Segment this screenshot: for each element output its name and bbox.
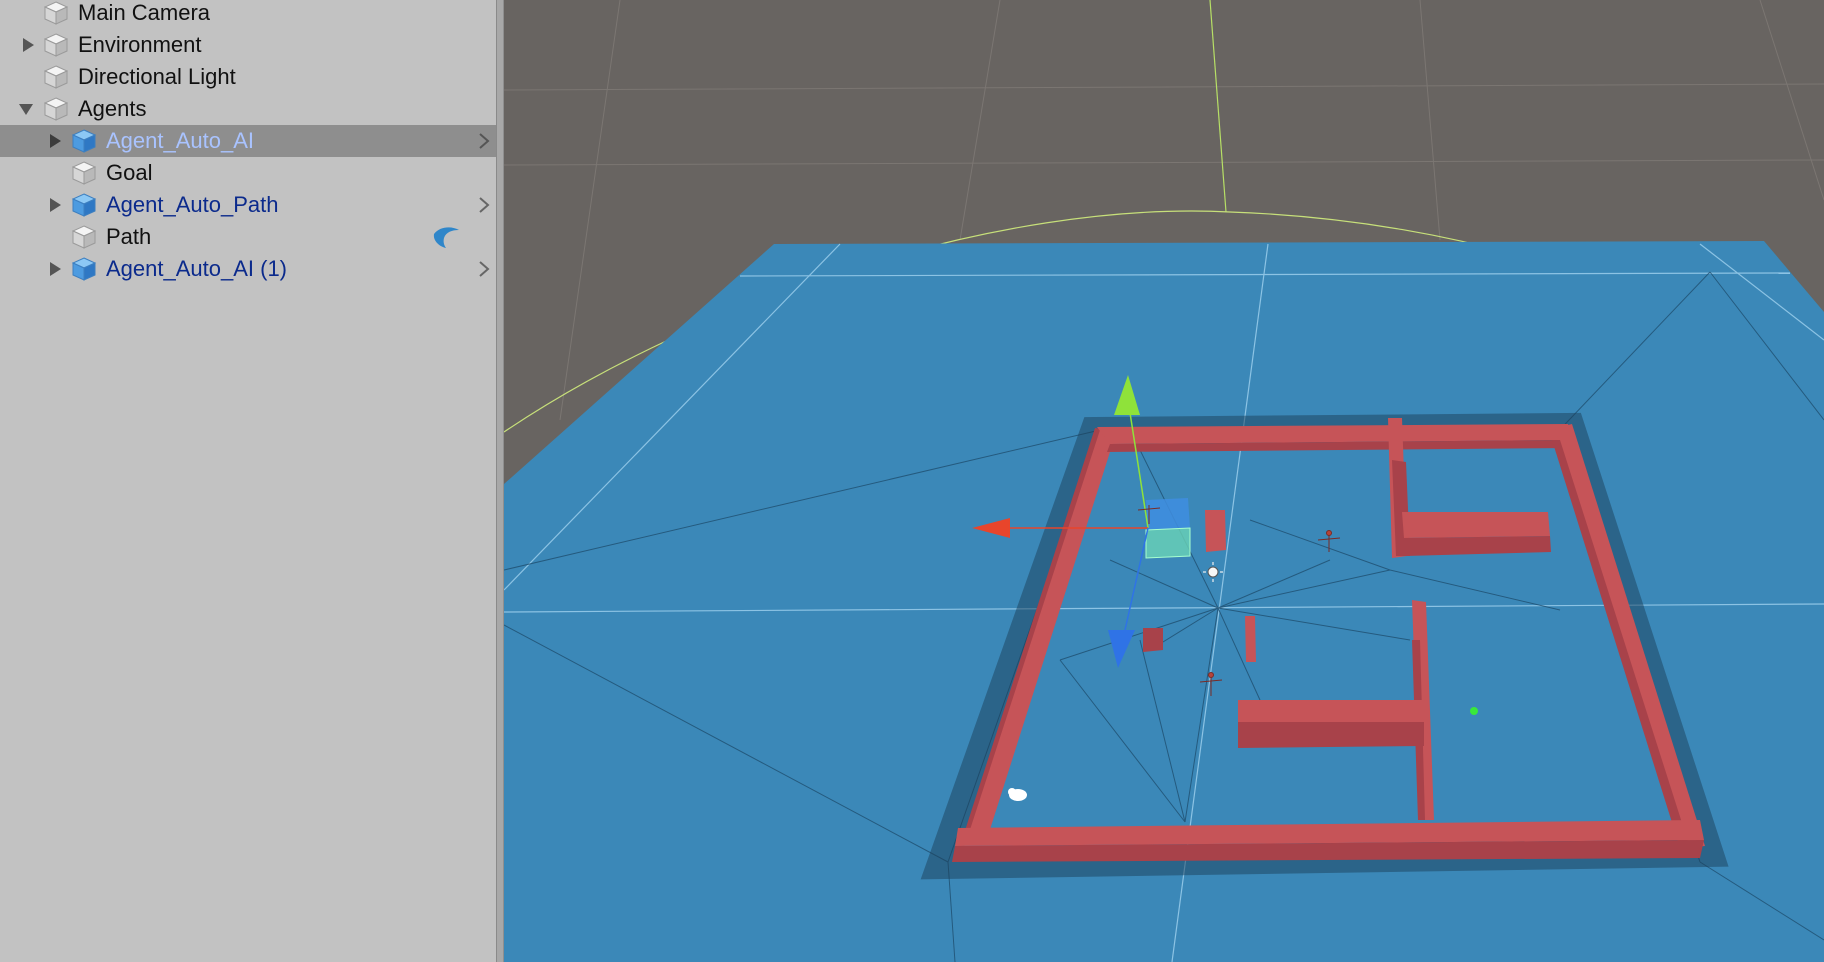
hierarchy-item-main-camera[interactable]: Main Camera [0, 0, 496, 29]
hierarchy-item-path[interactable]: Path [0, 221, 496, 253]
expand-arrow-icon[interactable] [47, 197, 63, 213]
hierarchy-item-agent-auto-ai[interactable]: Agent_Auto_AI [0, 125, 496, 157]
gameobject-icon [43, 32, 69, 58]
hierarchy-item-label: Directional Light [78, 64, 236, 89]
hierarchy-item-label: Agents [78, 96, 147, 121]
hierarchy-item-label: Agent_Auto_AI (1) [106, 256, 288, 281]
selected-agent-bounds [1145, 498, 1191, 559]
hierarchy-item-label: Path [106, 224, 152, 249]
hierarchy-item-label: Agent_Auto_AI [106, 128, 255, 153]
hierarchy-item-goal[interactable]: Goal [0, 157, 496, 189]
hierarchy-item-label: Goal [106, 160, 153, 185]
path-component-icon [432, 224, 460, 250]
hierarchy-item-agent-auto-ai-1[interactable]: Agent_Auto_AI (1) [0, 253, 496, 285]
hierarchy-item-directional-light[interactable]: Directional Light [0, 61, 496, 93]
expand-arrow-icon[interactable] [20, 37, 36, 53]
gameobject-icon [43, 96, 69, 122]
prefab-icon [71, 256, 97, 282]
prefab-icon [71, 192, 97, 218]
chevron-right-icon[interactable] [478, 260, 490, 278]
chevron-right-icon[interactable] [478, 132, 490, 150]
hierarchy-item-agent-auto-path[interactable]: Agent_Auto_Path [0, 189, 496, 221]
hierarchy-item-label: Environment [78, 32, 202, 57]
panel-splitter[interactable] [496, 0, 504, 962]
prefab-icon [71, 128, 97, 154]
expand-arrow-icon[interactable] [47, 133, 63, 149]
goal-marker-icon[interactable] [1470, 707, 1478, 715]
gameobject-icon [71, 224, 97, 250]
expand-arrow-icon[interactable] [47, 261, 63, 277]
hierarchy-item-agents[interactable]: Agents [0, 93, 496, 125]
collapse-arrow-icon[interactable] [18, 101, 34, 117]
gameobject-icon [71, 160, 97, 186]
hierarchy-item-label: Main Camera [78, 0, 211, 25]
scene-view[interactable] [504, 0, 1824, 962]
gameobject-icon [43, 64, 69, 90]
hierarchy-item-label: Agent_Auto_Path [106, 192, 279, 217]
hierarchy-item-environment[interactable]: Environment [0, 29, 496, 61]
hierarchy-panel: Main Camera Environment Directional Ligh… [0, 0, 496, 962]
gameobject-icon [43, 0, 69, 26]
scene-viewport[interactable] [504, 0, 1824, 962]
chevron-right-icon[interactable] [478, 196, 490, 214]
